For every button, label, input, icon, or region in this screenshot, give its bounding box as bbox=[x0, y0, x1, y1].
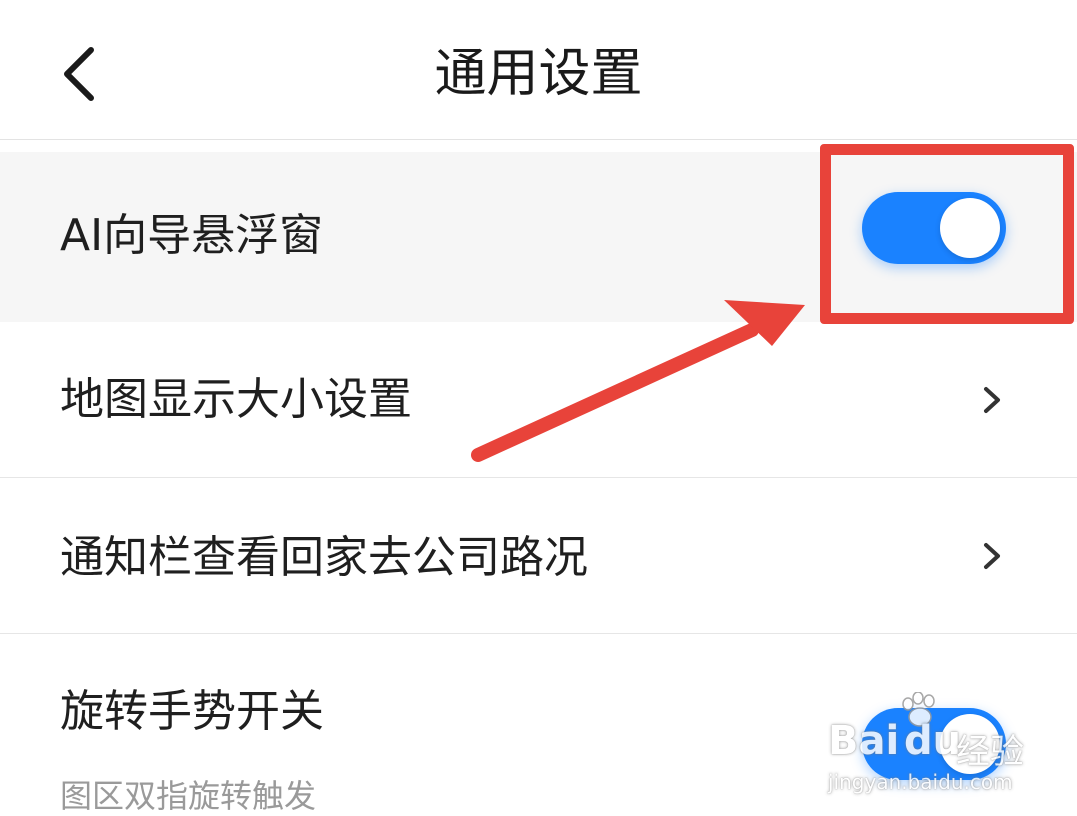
watermark-cn: 经验 bbox=[956, 732, 1024, 772]
watermark-brand: Bai bbox=[828, 718, 900, 764]
watermark-brand-du: du bbox=[904, 718, 962, 764]
baidu-jingyan-watermark: Bai du 经验 jingyan.baidu.com bbox=[826, 690, 1026, 800]
watermark-url: jingyan.baidu.com bbox=[828, 770, 1013, 794]
annotation-arrow-icon bbox=[471, 300, 805, 462]
